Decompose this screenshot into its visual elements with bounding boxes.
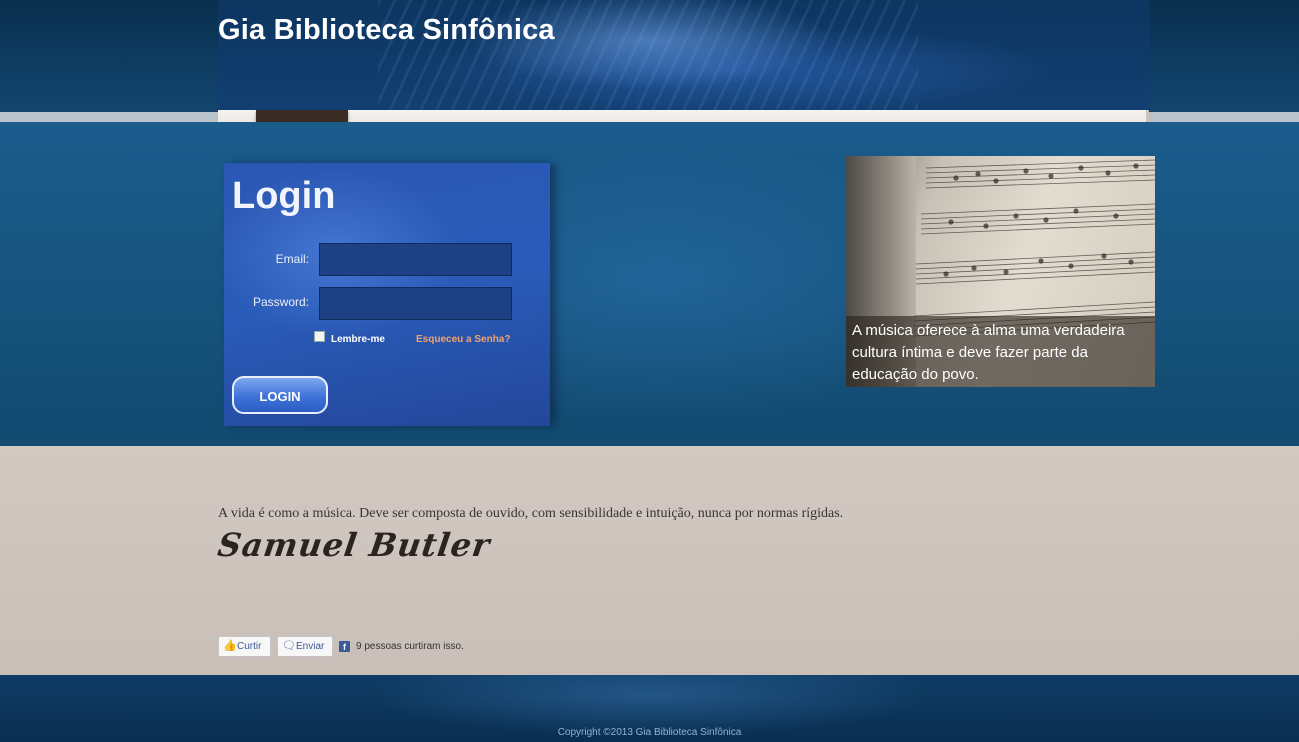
like-count: 9 pessoas curtiram isso. xyxy=(356,641,464,652)
password-field[interactable] xyxy=(319,287,512,320)
thumbs-up-icon: 👍 xyxy=(223,640,237,652)
forgot-password-link[interactable]: Esqueceu a Senha? xyxy=(416,334,510,345)
sheet-music-image: A música oferece à alma uma verdadeira c… xyxy=(846,156,1155,387)
remember-checkbox[interactable] xyxy=(314,331,325,342)
quote-section: A vida é como a música. Deve ser compost… xyxy=(0,446,1299,675)
speech-bubble-icon: 🗨 xyxy=(282,640,296,652)
email-field[interactable] xyxy=(319,243,512,276)
login-panel: Login Email: Password: Lembre-me Esquece… xyxy=(224,163,550,426)
remember-label: Lembre-me xyxy=(331,334,385,345)
footer: Copyright ©2013 Gia Biblioteca Sinfônica xyxy=(0,675,1299,742)
header-banner xyxy=(0,0,1299,112)
send-label: Enviar xyxy=(296,641,325,652)
quote-text: A vida é como a música. Deve ser compost… xyxy=(218,506,844,521)
quote-author: Samuel Butler xyxy=(215,526,493,564)
site-title: Gia Biblioteca Sinfônica xyxy=(218,14,555,46)
email-label: Email: xyxy=(275,252,309,266)
facebook-send-button[interactable]: 🗨Enviar xyxy=(277,636,333,657)
like-label: Curtir xyxy=(237,641,262,652)
copyright-text: Copyright ©2013 Gia Biblioteca Sinfônica xyxy=(557,727,742,738)
image-caption: A música oferece à alma uma verdadeira c… xyxy=(846,316,1155,387)
login-button[interactable]: LOGIN xyxy=(232,376,328,414)
facebook-icon: f xyxy=(339,641,350,652)
password-label: Password: xyxy=(252,295,309,309)
login-title: Login xyxy=(232,175,336,217)
facebook-like-button[interactable]: 👍Curtir xyxy=(218,636,271,657)
